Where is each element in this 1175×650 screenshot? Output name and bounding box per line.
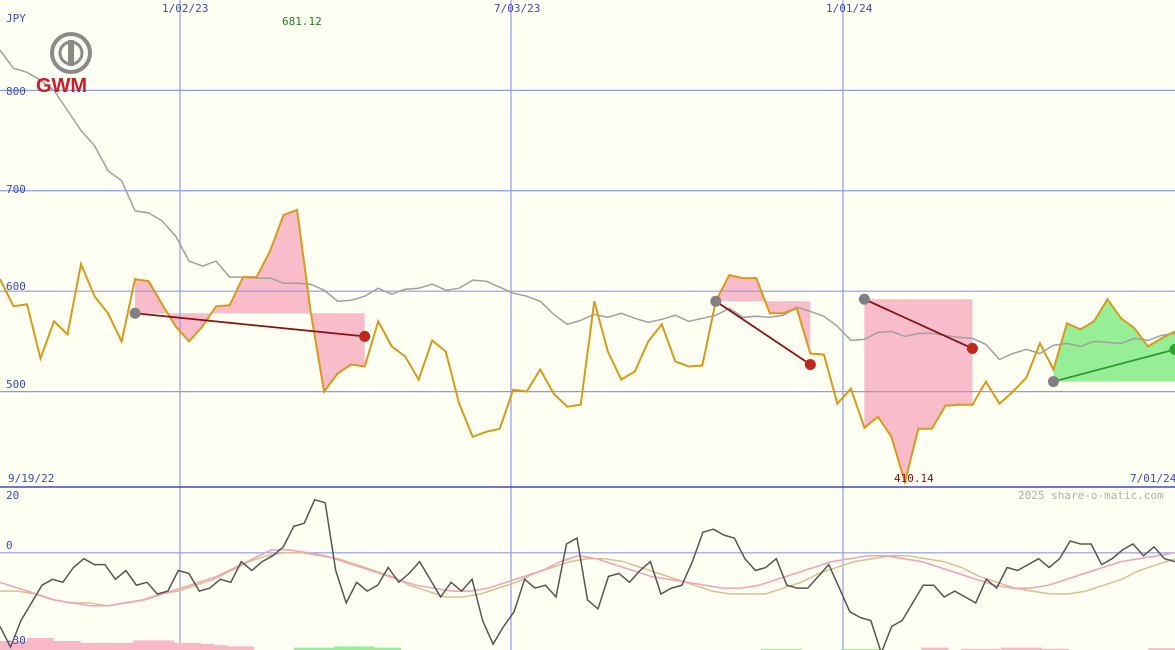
histogram-bar-15	[186, 642, 201, 650]
x-tick-label-1: 1/02/23	[162, 2, 208, 15]
high-value-label: 681.12	[282, 15, 322, 28]
histogram-bar-3	[26, 638, 41, 650]
y-tick-label-500: 500	[6, 378, 26, 391]
stock-chart: JPY 1/02/23 7/03/23 1/01/24 681.12 410.1…	[0, 0, 1175, 650]
x-tick-label-2: 7/03/23	[494, 2, 540, 15]
histogram-bar-19	[240, 646, 255, 650]
currency-label: JPY	[6, 12, 26, 25]
y-tick-label-700: 700	[6, 183, 26, 196]
histogram-bar-25	[360, 646, 375, 650]
y-tick-label-600: 600	[6, 280, 26, 293]
osc-tick-label-minus30: -30	[6, 634, 26, 647]
histogram-bar-7	[80, 642, 94, 650]
histogram-bar-9	[106, 642, 121, 650]
histogram-bar-16	[200, 644, 215, 650]
osc-tick-label-20: 20	[6, 489, 19, 502]
low-value-label: 410.14	[894, 472, 934, 485]
histogram-bar-5	[53, 641, 68, 650]
osc-tick-label-0: 0	[6, 539, 13, 552]
histogram-bar-10	[120, 642, 135, 650]
histogram-bar-14	[173, 642, 188, 650]
trade-entry-3	[858, 293, 870, 305]
trade-exit-2	[804, 358, 816, 370]
histogram-bar-4	[40, 638, 54, 650]
histogram-bar-12	[146, 640, 161, 650]
trade-entry-2	[710, 295, 722, 307]
histogram-bar-17	[213, 645, 228, 650]
histogram-bar-18	[226, 646, 241, 650]
histogram-bar-11	[133, 640, 148, 650]
trade-exit-3	[966, 342, 978, 354]
range-start-label: 9/19/22	[8, 472, 54, 485]
y-tick-label-800: 800	[6, 85, 26, 98]
trade-entry-4	[1047, 376, 1059, 388]
trade-entry-1	[129, 307, 141, 319]
watermark: 2025 share-o-matic.com	[1018, 489, 1164, 502]
x-tick-label-3: 1/01/24	[826, 2, 873, 15]
histogram-bar-8	[93, 642, 108, 650]
histogram-bar-24	[347, 646, 362, 650]
logo-text: GWM	[36, 75, 87, 97]
histogram-bar-23	[333, 646, 348, 650]
histogram-bar-6	[66, 641, 81, 650]
histogram-bar-13	[160, 640, 175, 650]
chart-canvas: JPY 1/02/23 7/03/23 1/01/24 681.12 410.1…	[0, 0, 1175, 650]
range-end-label: 7/01/24	[1130, 472, 1175, 485]
trade-exit-1	[359, 330, 371, 342]
